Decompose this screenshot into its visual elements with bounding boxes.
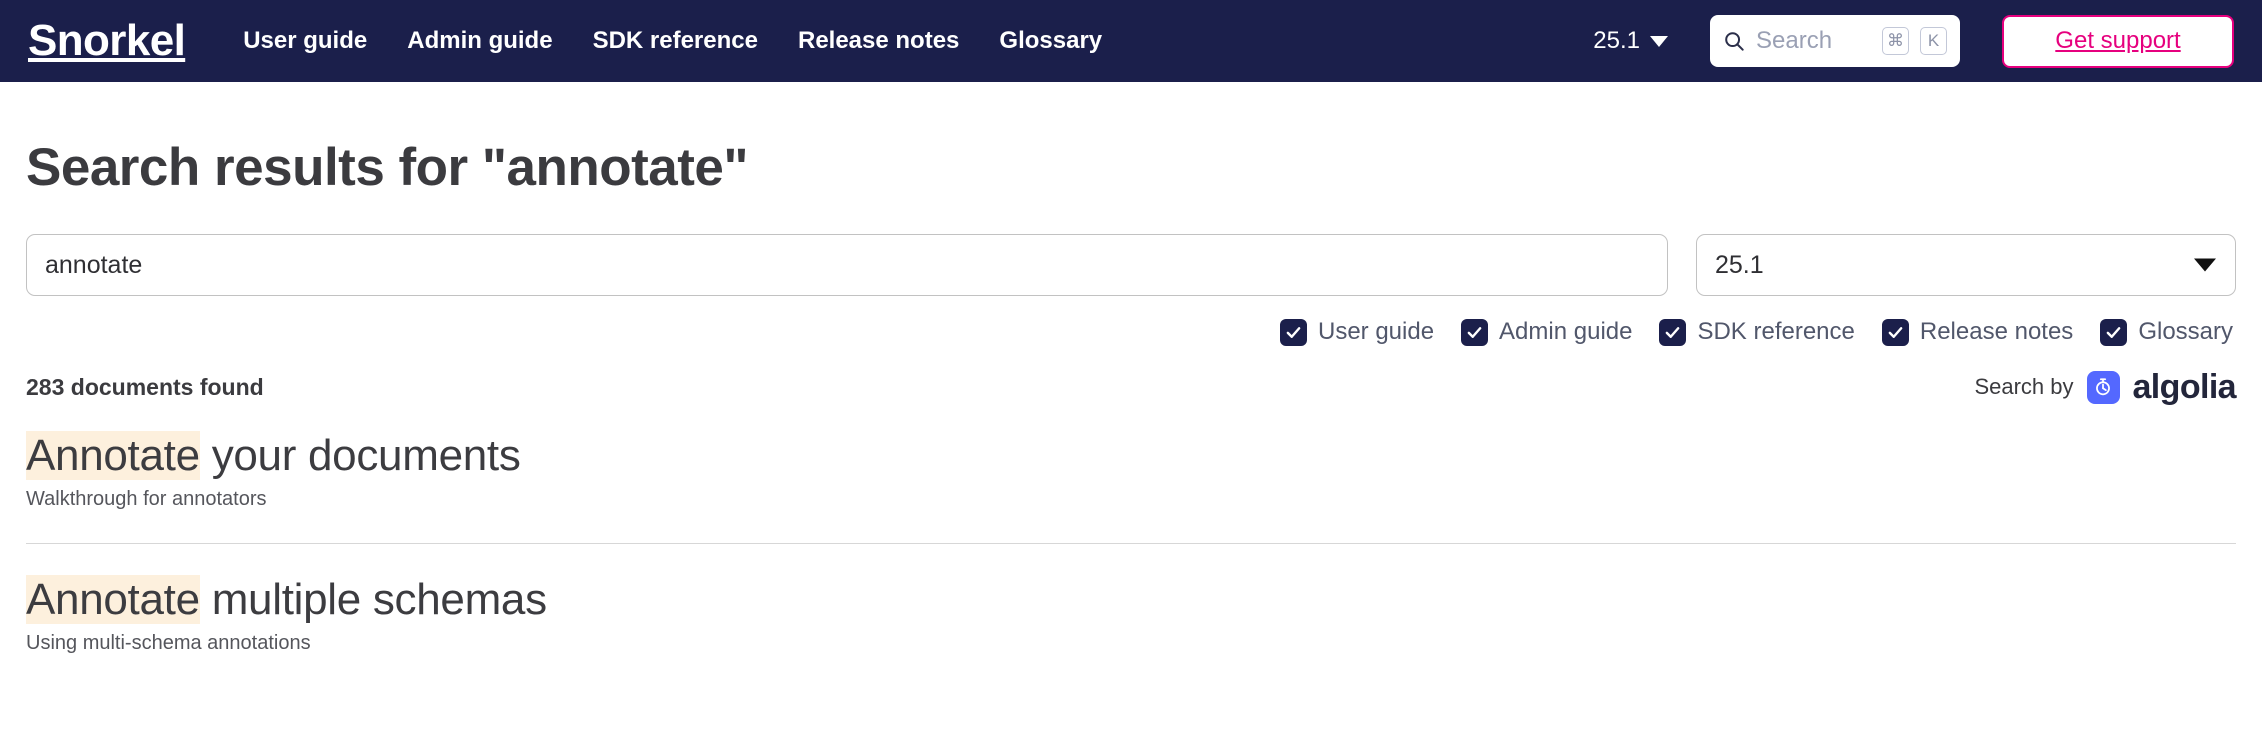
algolia-stopwatch-icon	[2086, 370, 2120, 404]
kbd-k-key: K	[1920, 27, 1947, 55]
search-controls-row: 25.1	[26, 234, 2236, 296]
algolia-wordmark: algolia	[2132, 368, 2237, 406]
filter-label: SDK reference	[1697, 318, 1855, 345]
checkbox-checked-icon[interactable]	[2100, 318, 2128, 346]
header-search-placeholder: Search	[1756, 27, 1833, 54]
nav-link-user-guide[interactable]: User guide	[243, 27, 367, 55]
documents-found-count: 283 documents found	[26, 373, 264, 400]
search-by-label: Search by	[1974, 374, 2074, 399]
filter-label: Glossary	[2138, 318, 2233, 345]
filter-label: Release notes	[1919, 318, 2074, 345]
results-list: Annotate your documents Walkthrough for …	[26, 430, 2236, 661]
nav-link-glossary[interactable]: Glossary	[999, 27, 1102, 55]
result-title-highlight: Annotate	[26, 575, 200, 625]
kbd-command-icon: ⌘	[1882, 27, 1909, 55]
header-right-cluster: 25.1 Search ⌘ K Get support	[1593, 14, 2234, 68]
filter-glossary[interactable]: Glossary	[2100, 318, 2233, 346]
search-query-input[interactable]	[26, 234, 1668, 296]
result-title-link[interactable]: Annotate multiple schemas	[26, 574, 2236, 625]
result-item: Annotate multiple schemas Using multi-sc…	[26, 543, 2236, 661]
result-title-rest: your documents	[199, 431, 521, 480]
nav-link-sdk-reference[interactable]: SDK reference	[593, 27, 758, 55]
filter-label: Admin guide	[1499, 318, 1633, 345]
filter-admin-guide[interactable]: Admin guide	[1461, 318, 1632, 346]
search-icon	[1723, 30, 1745, 52]
nav-link-release-notes[interactable]: Release notes	[798, 27, 959, 55]
primary-navigation: User guide Admin guide SDK reference Rel…	[243, 27, 1102, 55]
result-title-link[interactable]: Annotate your documents	[26, 430, 2236, 481]
snorkel-logo[interactable]: Snorkel	[28, 19, 195, 63]
results-meta-row: 283 documents found Search by algolia	[26, 370, 2237, 404]
doc-type-filters: User guide Admin guide SDK reference Rel…	[26, 318, 2236, 346]
nav-link-admin-guide[interactable]: Admin guide	[407, 27, 552, 55]
version-switcher[interactable]: 25.1	[1593, 27, 1668, 55]
version-select-wrapper: 25.1	[1696, 234, 2236, 296]
version-switcher-label: 25.1	[1593, 27, 1640, 54]
header-search-box[interactable]: Search ⌘ K	[1710, 15, 1960, 67]
result-subtitle: Using multi-schema annotations	[26, 632, 311, 655]
get-support-button[interactable]: Get support	[2002, 14, 2234, 68]
site-header: Snorkel User guide Admin guide SDK refer…	[0, 0, 2262, 82]
result-subtitle: Walkthrough for annotators	[26, 488, 267, 511]
result-item: Annotate your documents Walkthrough for …	[26, 430, 2236, 517]
chevron-down-icon	[1650, 35, 1668, 47]
checkbox-checked-icon[interactable]	[1461, 318, 1489, 346]
result-title-rest: multiple schemas	[199, 575, 547, 625]
checkbox-checked-icon[interactable]	[1881, 318, 1909, 346]
filter-user-guide[interactable]: User guide	[1279, 318, 1435, 346]
filter-sdk-reference[interactable]: SDK reference	[1659, 318, 1855, 346]
filter-label: User guide	[1317, 318, 1435, 345]
page-title: Search results for "annotate"	[26, 138, 749, 197]
result-title-highlight: Annotate	[26, 431, 200, 480]
algolia-attribution: Search by algolia	[1974, 370, 2236, 404]
version-select[interactable]: 25.1	[1696, 234, 2236, 296]
checkbox-checked-icon[interactable]	[1659, 318, 1687, 346]
filter-release-notes[interactable]: Release notes	[1881, 318, 2074, 346]
checkbox-checked-icon[interactable]	[1279, 318, 1307, 346]
search-results-page: Search results for "annotate" 25.1 User …	[0, 137, 2262, 661]
